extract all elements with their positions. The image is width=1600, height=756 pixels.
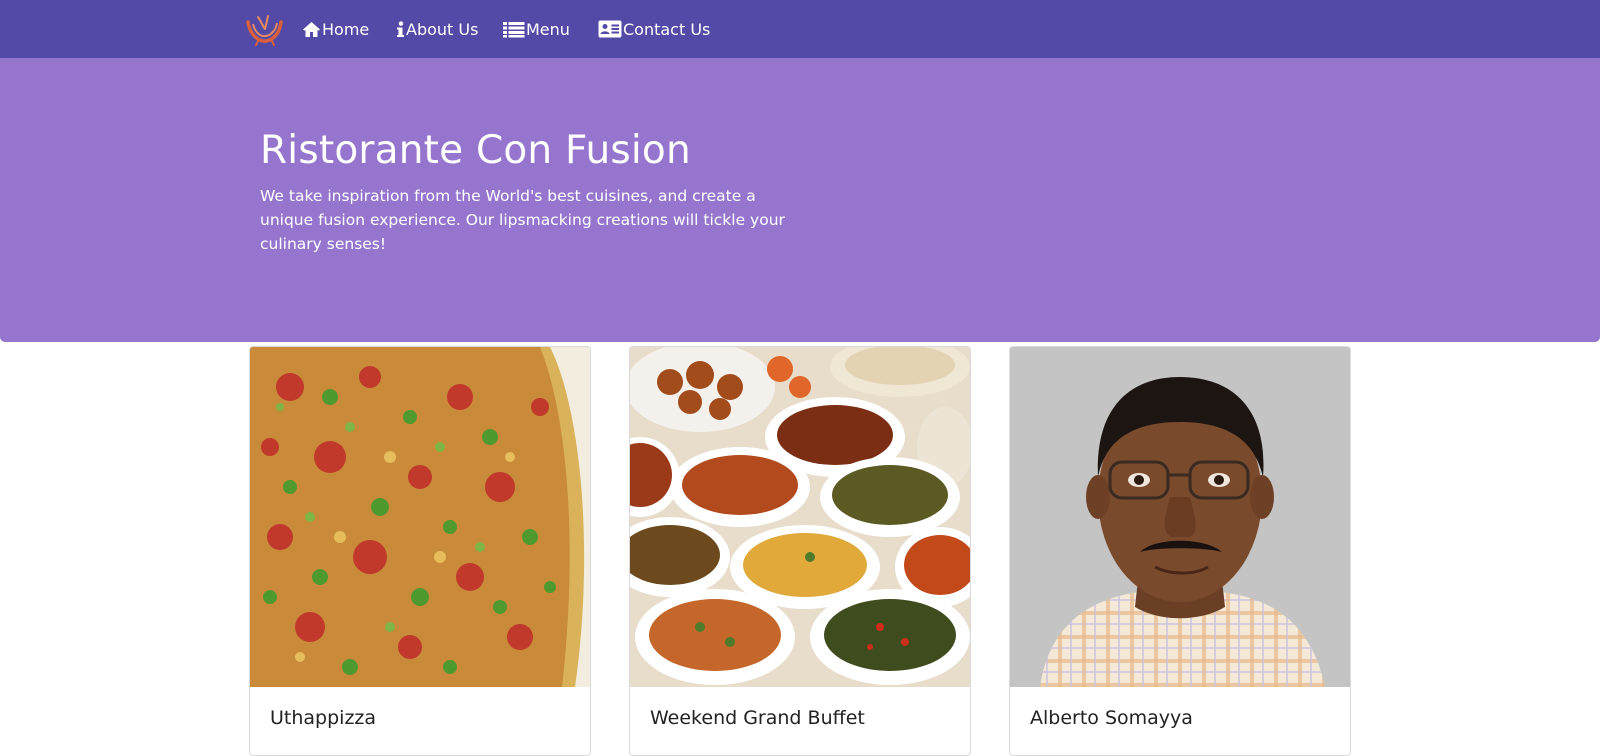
nav-menu[interactable]: Menu xyxy=(503,0,570,58)
hero-description: We take inspiration from the World's bes… xyxy=(260,187,785,253)
logo-icon xyxy=(246,15,283,46)
nav-about-us[interactable]: About Us xyxy=(396,0,478,58)
home-icon xyxy=(303,21,320,37)
address-card-icon xyxy=(598,20,622,38)
nav-about-label: About Us xyxy=(406,19,479,39)
jumbotron: Ristorante Con Fusion We take inspiratio… xyxy=(0,58,1600,342)
leader-card[interactable]: Alberto Somayya xyxy=(1009,346,1351,756)
card-title: Alberto Somayya xyxy=(1030,707,1193,729)
card-title: Weekend Grand Buffet xyxy=(650,707,865,729)
nav-menu-label: Menu xyxy=(526,19,570,39)
buffet-image xyxy=(630,347,970,687)
nav-home-label: Home xyxy=(322,19,370,39)
dish-card[interactable]: Uthappizza xyxy=(249,346,591,756)
nav-contact-us[interactable]: Contact Us xyxy=(598,0,710,58)
pizza-image xyxy=(250,347,590,687)
nav-home[interactable]: Home xyxy=(302,0,369,58)
info-icon xyxy=(397,20,404,37)
hero-title: Ristorante Con Fusion xyxy=(260,128,691,173)
brand-logo[interactable] xyxy=(244,12,284,46)
card-title: Uthappizza xyxy=(270,707,377,729)
portrait-image xyxy=(1010,347,1350,687)
navbar: Home About Us Menu Contact Us xyxy=(0,0,1600,58)
nav-contact-label: Contact Us xyxy=(623,19,711,39)
list-icon xyxy=(503,21,525,37)
dish-card[interactable]: Weekend Grand Buffet xyxy=(629,346,971,756)
